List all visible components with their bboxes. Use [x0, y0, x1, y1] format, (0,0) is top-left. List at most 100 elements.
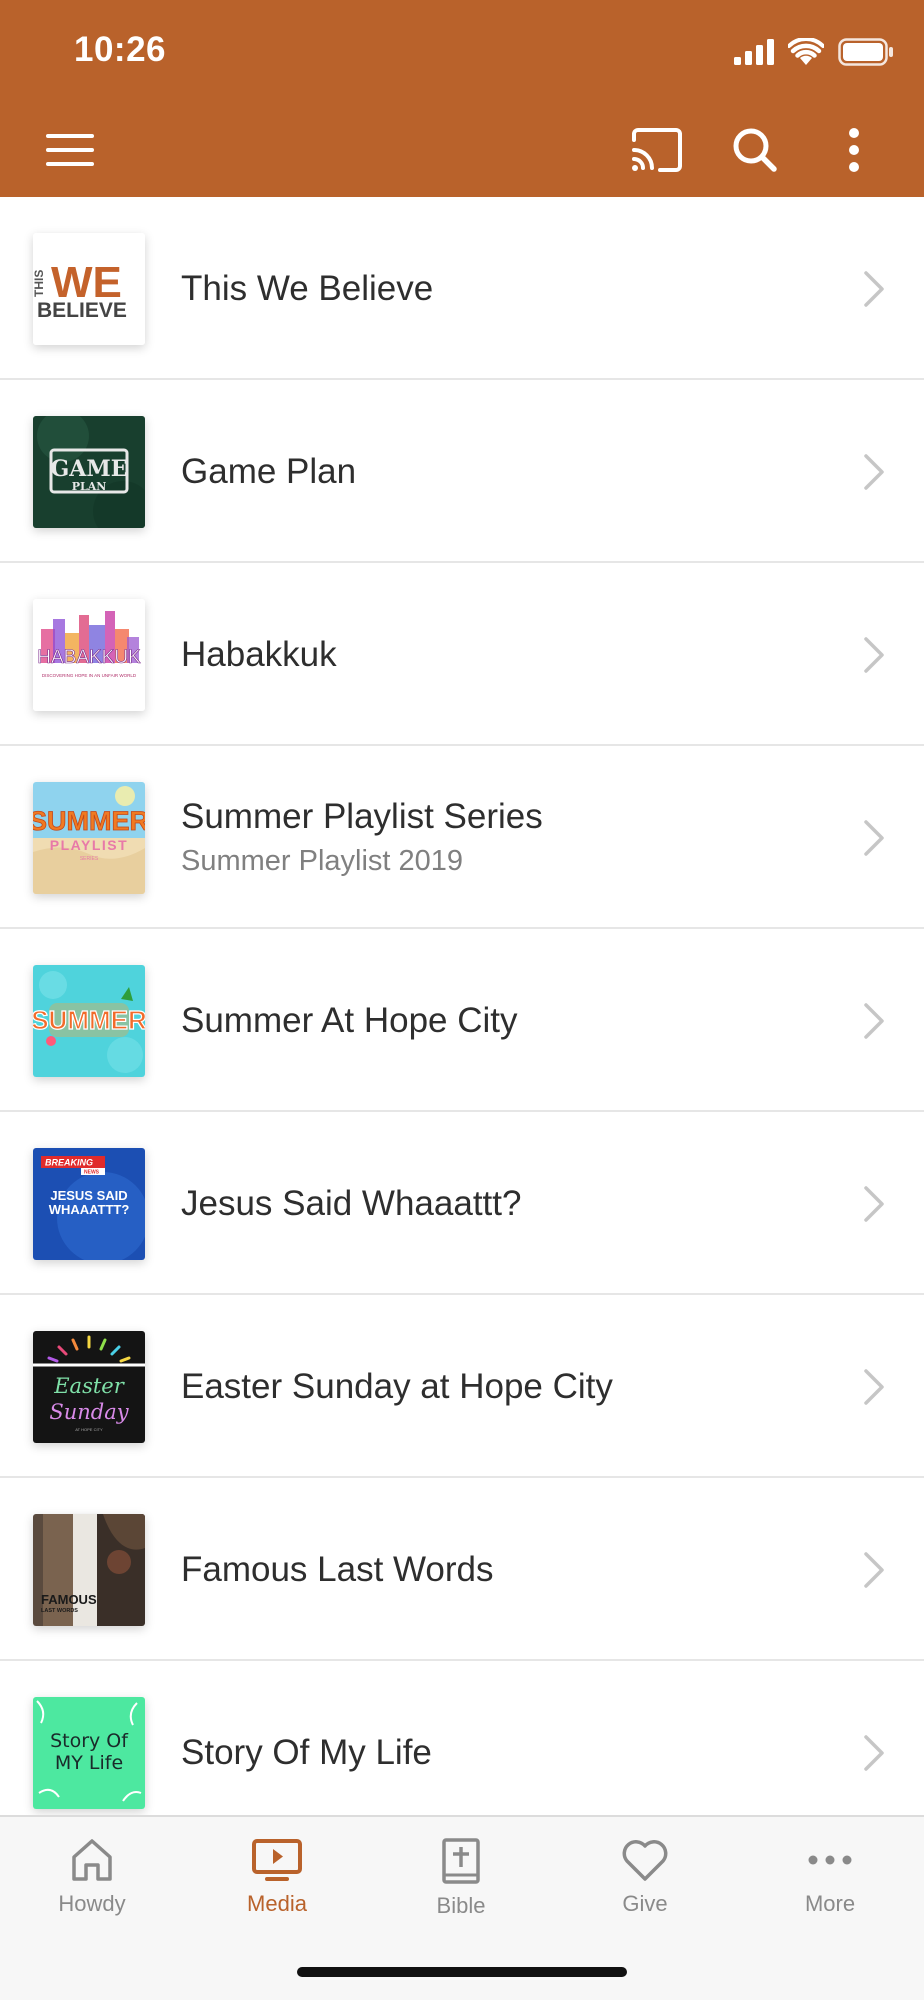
habakkuk-artwork: HABAKKUK DISCOVERING HOPE IN AN UNFAIR W… — [33, 599, 145, 711]
svg-text:GAME: GAME — [51, 456, 128, 482]
series-row[interactable]: BREAKING NEWS JESUS SAID WHAAATTT? Jesus… — [0, 1112, 924, 1295]
series-title: Summer Playlist Series — [181, 797, 543, 836]
status-bar: 10:26 — [0, 0, 924, 100]
svg-text:SUMMER: SUMMER — [33, 1005, 145, 1035]
cast-button[interactable] — [625, 118, 689, 182]
chevron-right-icon — [864, 820, 884, 856]
famous-last-words-artwork: FAMOUS LAST WORDS — [33, 1514, 145, 1626]
this-we-believe-artwork: THIS WE BELIEVE — [33, 233, 145, 345]
more-horizontal-icon — [808, 1855, 852, 1865]
summer-playlist-artwork: SUMMER PLAYLIST SERIES — [33, 782, 145, 894]
svg-text:JESUS SAID: JESUS SAID — [50, 1188, 127, 1203]
tab-more[interactable]: More — [738, 1817, 922, 1947]
svg-text:HABAKKUK: HABAKKUK — [37, 647, 141, 668]
tab-media[interactable]: Media — [185, 1817, 369, 1947]
game-plan-artwork: GAME PLAN — [33, 416, 145, 528]
search-icon — [733, 128, 777, 172]
series-title: Summer At Hope City — [181, 1000, 518, 1040]
svg-text:AT HOPE CITY: AT HOPE CITY — [75, 1427, 103, 1432]
series-thumbnail: FAMOUS LAST WORDS — [33, 1514, 145, 1626]
jesus-said-whaaattt-artwork: BREAKING NEWS JESUS SAID WHAAATTT? — [33, 1148, 145, 1260]
series-row[interactable]: GAME PLAN Game Plan — [0, 380, 924, 563]
heart-icon — [622, 1840, 668, 1881]
tab-label: More — [804, 1891, 856, 1916]
tab-bible[interactable]: Bible — [369, 1817, 553, 1947]
series-title: Famous Last Words — [181, 1549, 494, 1589]
series-title: Easter Sunday at Hope City — [181, 1366, 613, 1406]
series-thumbnail: SUMMER PLAYLIST SERIES — [33, 782, 145, 894]
svg-text:FAMOUS: FAMOUS — [41, 1592, 97, 1607]
series-row[interactable]: FAMOUS LAST WORDS Famous Last Words — [0, 1478, 924, 1661]
home-icon — [72, 1839, 112, 1881]
svg-text:Story Of: Story Of — [50, 1730, 129, 1752]
series-thumbnail: Story Of MY Life — [33, 1697, 145, 1809]
svg-text:WHAAATTT?: WHAAATTT? — [49, 1202, 130, 1217]
series-list: THIS WE BELIEVE This We Believe GAME PLA… — [0, 197, 924, 1815]
status-time: 10:26 — [74, 30, 167, 69]
series-thumbnail: GAME PLAN — [33, 416, 145, 528]
bible-icon — [442, 1838, 480, 1884]
status-icons — [734, 34, 894, 70]
home-indicator — [297, 1967, 627, 1977]
series-row[interactable]: THIS WE BELIEVE This We Believe — [0, 197, 924, 380]
svg-text:SERIES: SERIES — [80, 856, 99, 862]
svg-text:THIS: THIS — [33, 270, 46, 297]
story-of-my-life-artwork: Story Of MY Life — [33, 1697, 145, 1809]
signal-icon — [734, 39, 774, 65]
menu-button[interactable] — [38, 118, 102, 182]
chevron-right-icon — [864, 271, 884, 307]
easter-sunday-artwork: Easter Sunday AT HOPE CITY — [33, 1331, 145, 1443]
app-header: 10:26 — [0, 0, 924, 197]
svg-text:MY Life: MY Life — [55, 1752, 123, 1774]
series-row[interactable]: Easter Sunday AT HOPE CITY Easter Sunday… — [0, 1295, 924, 1478]
summer-hope-city-artwork: SUMMER — [33, 965, 145, 1077]
svg-text:DISCOVERING HOPE IN AN UNFAIR: DISCOVERING HOPE IN AN UNFAIR WORLD — [42, 673, 137, 678]
tab-label: Give — [622, 1891, 668, 1916]
battery-icon — [838, 38, 893, 66]
toolbar — [0, 100, 924, 197]
series-title: Jesus Said Whaaattt? — [181, 1183, 522, 1223]
media-icon — [252, 1839, 302, 1881]
svg-text:BREAKING: BREAKING — [45, 1158, 93, 1168]
chevron-right-icon — [864, 1186, 884, 1222]
series-title: This We Believe — [181, 268, 434, 308]
more-vertical-icon — [849, 128, 859, 172]
chevron-right-icon — [864, 1369, 884, 1405]
cast-icon — [632, 128, 682, 172]
series-thumbnail: Easter Sunday AT HOPE CITY — [33, 1331, 145, 1443]
chevron-right-icon — [864, 1003, 884, 1039]
svg-text:NEWS: NEWS — [84, 1170, 100, 1176]
series-title: Game Plan — [181, 451, 357, 491]
series-thumbnail: THIS WE BELIEVE — [33, 233, 145, 345]
chevron-right-icon — [864, 637, 884, 673]
series-thumbnail: HABAKKUK DISCOVERING HOPE IN AN UNFAIR W… — [33, 599, 145, 711]
series-thumbnail: BREAKING NEWS JESUS SAID WHAAATTT? — [33, 1148, 145, 1260]
tab-label: Media — [247, 1891, 307, 1916]
series-row[interactable]: SUMMER PLAYLIST SERIES Summer Playlist S… — [0, 746, 924, 929]
series-row[interactable]: SUMMER Summer At Hope City — [0, 929, 924, 1112]
series-title: Habakkuk — [181, 634, 337, 674]
tab-label: Howdy — [58, 1891, 126, 1916]
tab-howdy[interactable]: Howdy — [0, 1817, 184, 1947]
chevron-right-icon — [864, 1735, 884, 1771]
tab-give[interactable]: Give — [553, 1817, 737, 1947]
series-thumbnail: SUMMER — [33, 965, 145, 1077]
series-row[interactable]: HABAKKUK DISCOVERING HOPE IN AN UNFAIR W… — [0, 563, 924, 746]
menu-icon — [46, 134, 94, 166]
tab-label: Bible — [436, 1893, 486, 1918]
svg-text:PLAYLIST: PLAYLIST — [50, 837, 128, 853]
chevron-right-icon — [864, 1552, 884, 1588]
svg-text:Sunday: Sunday — [49, 1400, 129, 1424]
svg-text:Easter: Easter — [53, 1374, 125, 1398]
search-button[interactable] — [723, 118, 787, 182]
svg-text:PLAN: PLAN — [72, 480, 107, 493]
chevron-right-icon — [864, 454, 884, 490]
overflow-menu-button[interactable] — [822, 118, 886, 182]
svg-text:LAST WORDS: LAST WORDS — [41, 1608, 78, 1614]
series-title: Story Of My Life — [181, 1732, 432, 1772]
series-row[interactable]: Story Of MY Life Story Of My Life — [0, 1661, 924, 1815]
svg-text:SUMMER: SUMMER — [33, 806, 145, 836]
svg-text:BELIEVE: BELIEVE — [37, 299, 127, 322]
wifi-icon — [788, 38, 824, 65]
series-subtitle: Summer Playlist 2019 — [181, 845, 464, 877]
